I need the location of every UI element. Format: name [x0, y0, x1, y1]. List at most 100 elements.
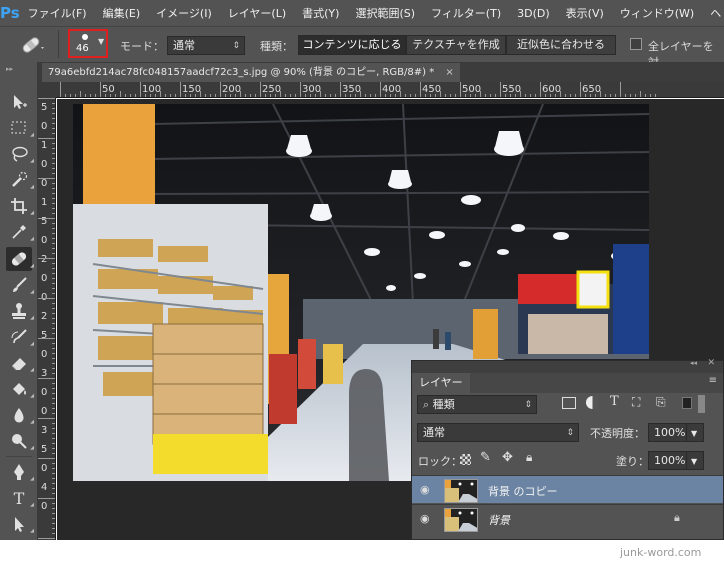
mode-label: モード： — [120, 40, 164, 53]
pixel-filter-icon[interactable] — [562, 397, 576, 409]
marquee-tool[interactable]: ◢ — [6, 116, 34, 140]
ruler-label: 250 — [262, 84, 282, 95]
select-arrows-icon: ⇕ — [566, 428, 574, 438]
ruler-label: 5 — [41, 444, 48, 455]
dodge-tool[interactable]: ◢ — [6, 429, 34, 453]
ruler-tick — [52, 103, 55, 104]
menu-edit[interactable]: 編集(E) — [95, 5, 149, 21]
ruler-tick — [405, 94, 406, 97]
ruler-tick — [52, 133, 55, 134]
ruler-tick — [52, 448, 55, 449]
close-panel-icon[interactable]: ✕ — [707, 358, 715, 368]
type-tool[interactable]: T ◢ — [6, 486, 34, 510]
ruler-tick — [580, 82, 581, 97]
menu-filter[interactable]: フィルター(T) — [423, 5, 509, 21]
eyedropper-tool[interactable]: ◢ — [6, 220, 34, 244]
menu-image[interactable]: イメージ(I) — [148, 5, 220, 21]
menu-layer[interactable]: レイヤー(L) — [220, 5, 294, 21]
ruler-tick — [52, 533, 55, 534]
crop-tool[interactable]: ◢ — [6, 194, 34, 218]
eye-icon[interactable]: ◉ — [420, 512, 434, 526]
ruler-label: 0 — [41, 178, 48, 189]
brush-size-picker[interactable]: 46 ▼ — [68, 29, 108, 58]
band-aid-icon — [11, 252, 27, 266]
ruler-tick — [175, 94, 176, 97]
marquee-icon — [11, 121, 26, 134]
menu-3d[interactable]: 3D(D) — [509, 7, 558, 20]
brush-tool[interactable]: ◢ — [6, 273, 34, 297]
layer-row[interactable]: ◉ 背景 のコピー — [412, 475, 723, 503]
ruler-tick — [140, 82, 141, 97]
filter-toggle-icon[interactable] — [682, 397, 692, 409]
type-proximity-match[interactable]: 近似色に合わせる — [506, 35, 616, 55]
eraser-icon — [11, 358, 26, 371]
document-tab[interactable]: 79a6ebfd214ac78fc048157aadcf72c3_s.jpg @… — [42, 63, 460, 82]
ruler-tick — [38, 258, 55, 259]
healing-brush-tool[interactable]: ◢ — [6, 247, 34, 271]
eraser-tool[interactable]: ◢ — [6, 351, 34, 375]
layers-tab[interactable]: レイヤー — [412, 373, 470, 393]
type-create-texture[interactable]: テクスチャを作成 — [406, 35, 506, 55]
blur-tool[interactable]: ◢ — [6, 403, 34, 427]
ruler-tick — [52, 518, 55, 519]
type-filter-icon[interactable]: T — [610, 394, 619, 409]
ruler-tick — [415, 94, 416, 97]
ruler-label: 0 — [41, 273, 48, 284]
move-tool[interactable] — [6, 90, 32, 114]
ruler-tick — [52, 433, 55, 434]
fill-dropdown[interactable]: ▼ — [686, 451, 704, 470]
lock-transparency-icon[interactable] — [460, 454, 471, 465]
ruler-tick — [52, 223, 55, 224]
ruler-tick — [38, 538, 55, 539]
sample-all-layers-checkbox[interactable] — [630, 38, 642, 50]
ruler-tick — [52, 233, 55, 234]
smart-object-filter-icon[interactable]: ⎘ — [656, 395, 666, 410]
clone-stamp-tool[interactable]: ◢ — [6, 299, 34, 323]
menu-select[interactable]: 選択範囲(S) — [347, 5, 423, 21]
type-label: 種類： — [260, 40, 293, 53]
layer-row[interactable]: ◉ 背景 🔒︎ — [412, 504, 723, 532]
close-icon[interactable]: × — [445, 67, 453, 78]
paint-bucket-icon — [13, 383, 26, 395]
ruler-tick — [38, 458, 55, 459]
opacity-dropdown[interactable]: ▼ — [686, 423, 704, 442]
path-select-icon — [15, 517, 24, 532]
panel-menu-icon[interactable]: ≡ — [709, 375, 717, 386]
menu-help[interactable]: ヘ — [702, 5, 724, 21]
mode-select[interactable]: 通常 ⇕ — [167, 36, 245, 55]
filter-switch[interactable] — [698, 395, 705, 413]
ruler-tick — [52, 428, 55, 429]
adjustment-filter-icon[interactable] — [586, 396, 599, 409]
collapse-panel-icon[interactable]: ▸▸ — [0, 62, 38, 76]
menu-file[interactable]: ファイル(F) — [20, 5, 95, 21]
menu-window[interactable]: ウィンドウ(W) — [612, 5, 702, 21]
ruler-label: 650 — [582, 84, 602, 95]
lock-all-icon[interactable]: 🔒︎ — [526, 450, 532, 465]
layer-filter-select[interactable]: ⌕ 種類 ⇕ — [417, 395, 537, 414]
vertical-ruler: 5010015020025030035040 — [38, 98, 56, 540]
pen-tool[interactable]: ◢ — [6, 460, 34, 484]
ruler-label: 1 — [41, 197, 48, 208]
quick-select-tool[interactable]: ◢ — [6, 168, 34, 192]
eye-icon[interactable]: ◉ — [420, 483, 434, 497]
ruler-tick — [52, 283, 55, 284]
ruler-tick — [340, 82, 341, 97]
select-arrows-icon: ⇕ — [524, 400, 532, 410]
type-content-aware[interactable]: コンテンツに応じる — [298, 35, 406, 55]
ruler-label: 0 — [41, 501, 48, 512]
ruler-tick — [52, 268, 55, 269]
menu-view[interactable]: 表示(V) — [558, 5, 612, 21]
shape-filter-icon[interactable]: ⛶ — [632, 395, 640, 410]
stamp-icon — [12, 303, 26, 319]
menu-type[interactable]: 書式(Y) — [294, 5, 347, 21]
lock-position-icon[interactable]: ✥ — [502, 450, 513, 465]
blend-mode-select[interactable]: 通常 ⇕ — [417, 423, 579, 442]
collapse-icon[interactable]: ◂◂ — [690, 359, 697, 367]
lock-pixels-brush-icon[interactable]: ✎ — [480, 450, 491, 465]
path-selection-tool[interactable]: ◢ — [6, 512, 34, 536]
history-brush-tool[interactable]: ◢ — [6, 325, 34, 349]
lasso-tool[interactable]: ◢ — [6, 142, 34, 166]
ruler-tick — [52, 228, 55, 229]
tool-preset-picker[interactable] — [16, 30, 50, 60]
paint-bucket-tool[interactable]: ◢ — [6, 377, 34, 401]
